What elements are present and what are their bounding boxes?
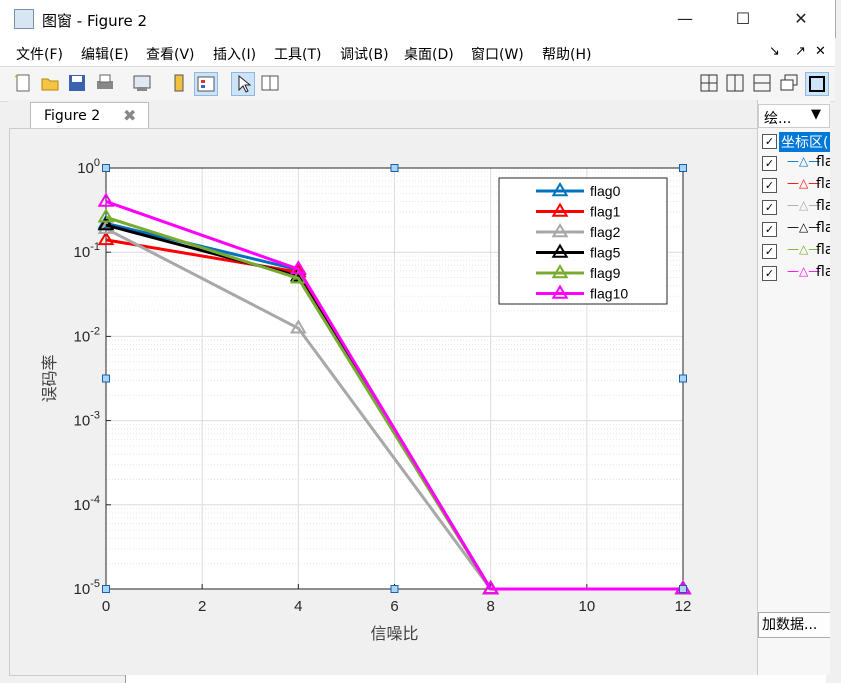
menu-insert[interactable]: 插入(I) <box>213 44 256 64</box>
y-tick-label: 100 <box>77 157 100 177</box>
y-tick-label: 10-2 <box>74 325 100 345</box>
selection-handle[interactable] <box>102 374 110 383</box>
series-label: fla <box>816 176 830 192</box>
dock-arrow-icon[interactable]: ↘ <box>769 44 780 59</box>
series-tree-item[interactable]: ✓—△—fla <box>762 220 830 240</box>
undock-arrow-icon[interactable]: ↗ <box>795 44 806 59</box>
figure-tab-strip: Figure 2 ✖ <box>8 100 756 129</box>
close-figure-icon[interactable]: ✕ <box>815 44 826 59</box>
menu-help[interactable]: 帮助(H) <box>542 44 591 64</box>
workspace-strip <box>125 675 826 683</box>
legend-entry: flag5 <box>590 245 621 261</box>
selection-handle[interactable] <box>390 585 399 593</box>
save-icon[interactable] <box>66 72 88 94</box>
checkbox[interactable]: ✓ <box>762 134 777 149</box>
menu-debug[interactable]: 调试(B) <box>340 44 389 64</box>
legend-entry: flag0 <box>590 183 621 199</box>
tab-figure-2[interactable]: Figure 2 ✖ <box>30 102 149 129</box>
menu-file[interactable]: 文件(F) <box>16 44 63 64</box>
series-tree-item[interactable]: ✓—△—fla <box>762 264 830 284</box>
maximize-figure-icon[interactable] <box>805 72 829 96</box>
series-label: fla <box>816 242 830 258</box>
plot-browser-panel: 绘... ▼ ✓ 坐标区( ✓—△—fla✓—△—fla✓—△—fla✓—△—f… <box>757 100 830 675</box>
menu-window[interactable]: 窗口(W) <box>471 44 524 64</box>
x-tick-label: 8 <box>486 598 494 615</box>
tab-label: Figure 2 <box>44 108 101 124</box>
selection-handle[interactable] <box>102 164 110 172</box>
window-title: 图窗 - Figure 2 <box>42 12 148 30</box>
x-tick-label: 2 <box>198 598 206 615</box>
legend-box[interactable] <box>498 177 668 305</box>
checkbox[interactable]: ✓ <box>762 156 777 171</box>
checkbox[interactable]: ✓ <box>762 266 777 281</box>
colorbar-icon[interactable] <box>168 72 190 94</box>
menu-edit[interactable]: 编辑(E) <box>81 44 129 64</box>
property-inspector-icon[interactable] <box>259 72 281 94</box>
x-tick-label: 12 <box>675 598 692 615</box>
y-tick-label: 10-5 <box>74 578 100 598</box>
float-window-icon[interactable] <box>778 72 800 94</box>
add-data-button[interactable]: 加数据... <box>758 612 830 638</box>
close-button[interactable]: ✕ <box>789 8 813 30</box>
legend-entry: flag1 <box>590 204 621 220</box>
figure-canvas: 0 2 4 6 8 10 12 100 10-1 10-2 10-3 10-4 10-5 信噪比 误码率 fl… <box>9 128 758 676</box>
legend-icon[interactable] <box>194 72 218 96</box>
x-tick-label: 10 <box>578 598 595 615</box>
y-tick-label: 10-4 <box>74 494 100 514</box>
legend-entry: flag9 <box>590 265 621 281</box>
series-tree-item[interactable]: ✓—△—fla <box>762 176 830 196</box>
series-label: fla <box>816 198 830 214</box>
matlab-figure-icon <box>14 9 34 29</box>
series-label: fla <box>816 154 830 170</box>
chevron-down-icon[interactable]: ▼ <box>811 107 821 122</box>
x-tick-label: 6 <box>390 598 398 615</box>
selection-handle[interactable] <box>679 164 687 172</box>
toolbar <box>0 66 835 102</box>
print-icon[interactable] <box>94 72 116 94</box>
maximize-button[interactable]: ☐ <box>731 8 755 30</box>
series-tree-item[interactable]: ✓—△—fla <box>762 242 830 262</box>
tile-columns-icon[interactable] <box>724 72 746 94</box>
tile-rows-icon[interactable] <box>751 72 773 94</box>
legend-entry: flag2 <box>590 224 621 240</box>
series-label: fla <box>816 264 830 280</box>
chart-svg[interactable]: 0 2 4 6 8 10 12 100 10-1 10-2 10-3 10-4 10-5 信噪比 误码率 fl… <box>10 129 757 675</box>
selection-handle[interactable] <box>102 585 110 593</box>
tab-close-icon[interactable]: ✖ <box>123 106 136 125</box>
y-tick-label: 10-3 <box>74 410 100 430</box>
x-axis-label: 信噪比 <box>370 625 418 643</box>
x-tick-label: 4 <box>294 598 302 615</box>
x-tick-label: 0 <box>102 598 110 615</box>
edit-plot-cursor-icon[interactable] <box>231 72 255 96</box>
legend-entry: flag10 <box>590 286 628 302</box>
checkbox[interactable]: ✓ <box>762 200 777 215</box>
series-tree-item[interactable]: ✓—△—fla <box>762 154 830 174</box>
series-label: fla <box>816 220 830 236</box>
menu-tools[interactable]: 工具(T) <box>274 44 321 64</box>
plot-browser-header[interactable]: 绘... ▼ <box>758 104 830 128</box>
open-file-icon[interactable] <box>39 72 61 94</box>
plot-browser-title: 绘... <box>764 111 792 127</box>
checkbox[interactable]: ✓ <box>762 222 777 237</box>
new-figure-icon[interactable] <box>12 72 34 94</box>
menu-view[interactable]: 查看(V) <box>146 44 195 64</box>
selection-handle[interactable] <box>390 164 399 172</box>
tile-grid-icon[interactable] <box>698 72 720 94</box>
series-tree-item[interactable]: ✓—△—fla <box>762 198 830 218</box>
axes-tree-item[interactable]: ✓ 坐标区( <box>762 132 830 152</box>
selection-handle[interactable] <box>679 585 687 593</box>
title-bar: 图窗 - Figure 2 — ☐ ✕ <box>0 0 836 38</box>
y-axis-label: 误码率 <box>41 354 59 402</box>
menu-desktop[interactable]: 桌面(D) <box>404 44 454 64</box>
checkbox[interactable]: ✓ <box>762 178 777 193</box>
minimize-button[interactable]: — <box>673 8 697 30</box>
y-tick-label: 10-1 <box>74 241 100 261</box>
link-plot-icon[interactable] <box>131 72 153 94</box>
checkbox[interactable]: ✓ <box>762 244 777 259</box>
axes-label: 坐标区( <box>779 132 830 152</box>
selection-handle[interactable] <box>679 374 687 383</box>
menu-bar: 文件(F) 编辑(E) 查看(V) 插入(I) 工具(T) 调试(B) 桌面(D… <box>0 38 835 66</box>
